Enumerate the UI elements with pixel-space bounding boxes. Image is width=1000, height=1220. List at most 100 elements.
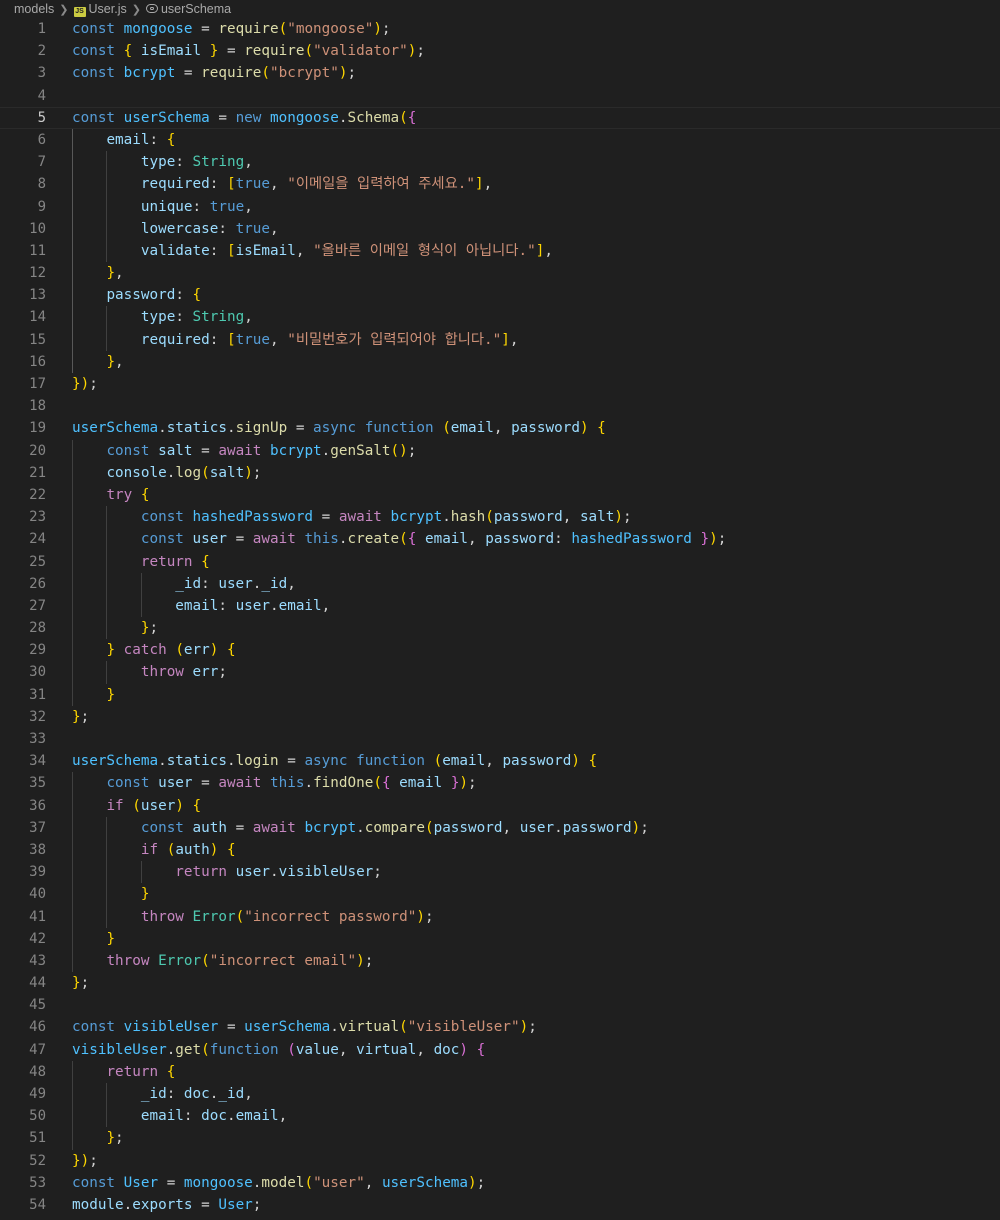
- code-line[interactable]: 21 console.log(salt);: [0, 461, 1000, 484]
- code-line[interactable]: 39 return user.visibleUser;: [0, 861, 1000, 884]
- code-text: userSchema.statics.login = async functio…: [72, 753, 598, 770]
- code-line[interactable]: 42 }: [0, 927, 1000, 950]
- indent-guide: [106, 594, 108, 618]
- code-line[interactable]: 10 lowercase: true,: [0, 217, 1000, 240]
- code-text: _id: user._id,: [72, 572, 1000, 595]
- indent-guide: [72, 861, 73, 884]
- code-line[interactable]: 44};: [0, 972, 1000, 994]
- indent-guide: [72, 772, 73, 795]
- code-text: throw err;: [72, 661, 1000, 684]
- code-line[interactable]: 46 const visibleUser = userSchema.virtual…: [0, 1016, 1000, 1038]
- code-line[interactable]: 28 };: [0, 617, 1000, 640]
- indent-guide: [72, 1083, 73, 1106]
- code-line[interactable]: 48 return {: [0, 1060, 1000, 1083]
- code-line[interactable]: 14 type: String,: [0, 306, 1000, 329]
- indent-guide: [106, 528, 108, 551]
- indent-guide: [72, 594, 73, 618]
- code-line[interactable]: 52});: [0, 1150, 1000, 1172]
- line-number: 4: [37, 87, 46, 104]
- code-line[interactable]: 43 throw Error("incorrect email");: [0, 949, 1000, 973]
- code-line[interactable]: 38 if (auth) {: [0, 838, 1000, 862]
- code-line[interactable]: 1 const mongoose = require("mongoose");: [0, 18, 1000, 40]
- line-number: 52: [29, 1152, 46, 1169]
- code-line[interactable]: 35 const user = await this.findOne({ ema…: [0, 772, 1000, 795]
- code-line[interactable]: 54 module.exports = User;: [0, 1194, 1000, 1216]
- indent-guide: [72, 128, 73, 152]
- indent-guide: [106, 550, 108, 573]
- code-line[interactable]: 51 };: [0, 1127, 1000, 1150]
- line-number: 40: [29, 886, 46, 903]
- code-line[interactable]: 41 throw Error("incorrect password");: [0, 905, 1000, 928]
- line-number: 32: [29, 708, 46, 725]
- indent-guide: [72, 195, 73, 218]
- code-line[interactable]: 33: [0, 728, 1000, 750]
- code-line[interactable]: 26 _id: user._id,: [0, 572, 1000, 595]
- code-line[interactable]: 18: [0, 395, 1000, 417]
- code-line[interactable]: 20 const salt = await bcrypt.genSalt();: [0, 439, 1000, 462]
- code-line[interactable]: 23 const hashedPassword = await bcrypt.h…: [0, 506, 1000, 529]
- breadcrumb-file[interactable]: JS User.js: [73, 2, 127, 17]
- line-number: 36: [29, 797, 46, 814]
- indent-guide: [72, 439, 73, 462]
- code-text: };: [72, 708, 90, 725]
- indent-guide: [106, 195, 108, 218]
- code-line[interactable]: 22 try {: [0, 483, 1000, 507]
- code-line[interactable]: 13 password: {: [0, 284, 1000, 307]
- code-line[interactable]: 9 unique: true,: [0, 195, 1000, 218]
- code-text: throw Error("incorrect password");: [72, 905, 1000, 928]
- code-line[interactable]: 29 } catch (err) {: [0, 639, 1000, 662]
- code-line[interactable]: 8 required: [true, "이메일을 입력하여 주세요."],: [0, 173, 1000, 196]
- code-line[interactable]: 53 const User = mongoose.model("user", us…: [0, 1172, 1000, 1194]
- code-line[interactable]: 34 userSchema.statics.login = async funct…: [0, 750, 1000, 772]
- code-line[interactable]: 6 email: {: [0, 128, 1000, 152]
- code-text: },: [72, 350, 1000, 373]
- code-line[interactable]: 5 const userSchema = new mongoose.Schema(…: [0, 107, 1000, 129]
- code-text: type: String,: [72, 306, 1000, 329]
- code-line[interactable]: 3 const bcrypt = require("bcrypt");: [0, 62, 1000, 84]
- code-line[interactable]: 49 _id: doc._id,: [0, 1083, 1000, 1106]
- indent-guide: [106, 217, 108, 240]
- code-line[interactable]: 40 }: [0, 883, 1000, 906]
- code-line[interactable]: 11 validate: [isEmail, "올바른 이메일 형식이 아닙니다…: [0, 239, 1000, 263]
- code-line[interactable]: 4: [0, 85, 1000, 107]
- breadcrumb-symbol[interactable]: userSchema: [145, 2, 231, 16]
- code-line[interactable]: 31 }: [0, 683, 1000, 706]
- code-text: },: [72, 262, 1000, 285]
- code-line[interactable]: 15 required: [true, "비밀번호가 입력되어야 합니다."],: [0, 328, 1000, 351]
- code-line[interactable]: 16 },: [0, 350, 1000, 373]
- code-text: try {: [72, 483, 1000, 507]
- indent-guide: [106, 239, 108, 263]
- code-text: const { isEmail } = require("validator")…: [72, 43, 425, 60]
- breadcrumb-folder[interactable]: models: [14, 2, 54, 16]
- code-line[interactable]: 25 return {: [0, 550, 1000, 573]
- code-text: email: {: [72, 128, 1000, 152]
- code-line[interactable]: 47 visibleUser.get(function (value, virtu…: [0, 1039, 1000, 1061]
- indent-guide: [106, 1105, 108, 1128]
- code-line[interactable]: 2 const { isEmail } = require("validator"…: [0, 40, 1000, 62]
- indent-guide: [106, 838, 108, 862]
- code-line[interactable]: 17});: [0, 373, 1000, 395]
- code-text: password: {: [72, 284, 1000, 307]
- code-editor[interactable]: 1 const mongoose = require("mongoose"); 2 c…: [0, 18, 1000, 1216]
- code-line[interactable]: 24 const user = await this.create({ emai…: [0, 528, 1000, 551]
- code-text: const salt = await bcrypt.genSalt();: [72, 439, 1000, 462]
- code-line[interactable]: 36 if (user) {: [0, 794, 1000, 817]
- code-line[interactable]: 50 email: doc.email,: [0, 1105, 1000, 1128]
- code-line[interactable]: 45: [0, 994, 1000, 1016]
- code-line[interactable]: 30 throw err;: [0, 661, 1000, 684]
- code-text: const userSchema = new mongoose.Schema({: [72, 109, 417, 126]
- code-line[interactable]: 12 },: [0, 262, 1000, 285]
- code-line[interactable]: 32};: [0, 706, 1000, 728]
- line-number: 34: [29, 753, 46, 770]
- code-line[interactable]: 37 const auth = await bcrypt.compare(pas…: [0, 816, 1000, 839]
- code-line[interactable]: 27 email: user.email,: [0, 594, 1000, 618]
- code-line[interactable]: 7 type: String,: [0, 151, 1000, 174]
- indent-guide: [72, 151, 73, 174]
- indent-guide: [72, 572, 73, 595]
- indent-guide: [72, 173, 73, 196]
- code-line[interactable]: 19 userSchema.statics.signUp = async func…: [0, 417, 1000, 439]
- code-text: _id: doc._id,: [72, 1083, 1000, 1106]
